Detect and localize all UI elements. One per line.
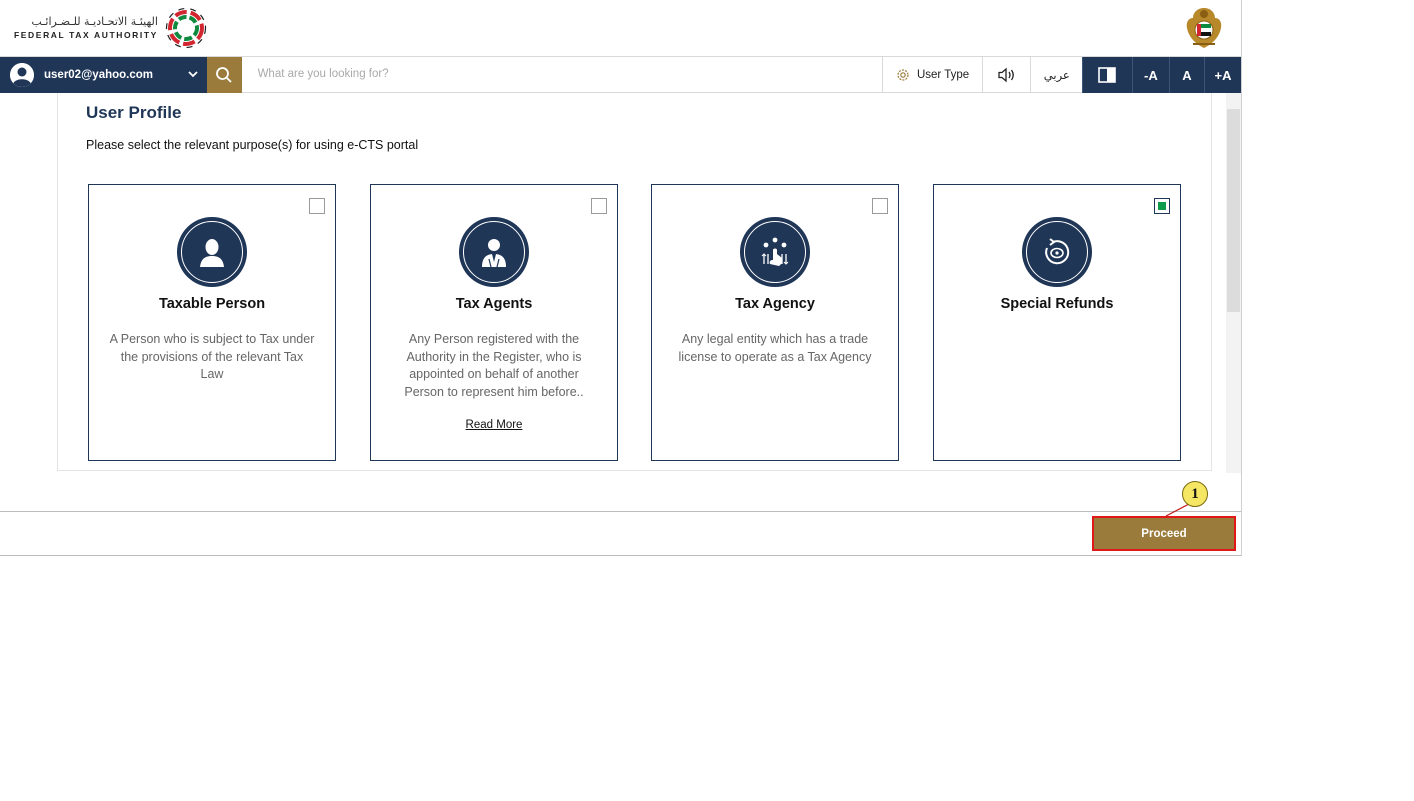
user-email: user02@yahoo.com [44,69,154,81]
tax-agents-checkbox[interactable] [591,198,607,214]
search-button[interactable] [206,57,242,93]
font-increase-button[interactable]: +A [1203,57,1242,93]
user-menu[interactable]: user02@yahoo.com [0,57,207,93]
chevron-down-icon [187,71,198,78]
logo-text-arabic: الهيئـة الاتحـاديـة للـضـرائـب [31,15,158,28]
gear-icon [897,69,909,81]
font-decrease-button[interactable]: -A [1131,57,1169,93]
top-toolbar: user02@yahoo.com User Type [0,56,1242,93]
language-toggle[interactable]: عربي [1030,57,1082,93]
special-refunds-checkbox[interactable] [1154,198,1170,214]
card-special-refunds[interactable]: Special Refunds [933,184,1181,461]
avatar-icon [10,63,34,87]
search-icon [216,67,232,83]
contrast-icon [1098,67,1117,83]
card-title: Special Refunds [1000,296,1114,312]
person-silhouette-icon [177,217,247,287]
fta-emblem-icon [165,7,207,49]
font-normal-button[interactable]: A [1168,57,1204,93]
footer-bar: Proceed [0,511,1241,556]
contrast-button[interactable] [1082,57,1132,93]
uae-emblem-icon [1186,8,1222,48]
search-input[interactable] [241,57,883,91]
card-tax-agents[interactable]: Tax Agents Any Person registered with th… [370,184,618,461]
speaker-icon [997,67,1014,83]
tax-agency-checkbox[interactable] [872,198,888,214]
card-title: Tax Agency [735,296,815,312]
app-window: الهيئـة الاتحـاديـة للـضـرائـب FEDERAL T… [0,0,1242,556]
logo-text-english: FEDERAL TAX AUTHORITY [14,30,158,40]
card-description: Any Person registered with the Authority… [404,332,584,399]
proceed-button[interactable]: Proceed [1092,516,1236,551]
card-description: Any legal entity which has a trade licen… [678,332,872,364]
user-type-button[interactable]: User Type [882,57,981,93]
step-callout-badge: 1 [1182,481,1208,507]
refund-cycle-icon [1022,217,1092,287]
card-tax-agency[interactable]: Tax Agency Any legal entity which has a … [651,184,899,461]
fta-logo[interactable]: الهيئـة الاتحـاديـة للـضـرائـب FEDERAL T… [14,6,208,50]
agent-suit-icon [459,217,529,287]
card-title: Taxable Person [158,296,266,312]
page-title: User Profile [86,103,182,122]
card-taxable-person[interactable]: Taxable Person A Person who is subject t… [88,184,336,461]
site-header: الهيئـة الاتحـاديـة للـضـرائـب FEDERAL T… [0,0,1241,56]
vertical-scrollbar[interactable] [1226,93,1241,473]
agency-network-icon [740,217,810,287]
card-title: Tax Agents [455,296,533,312]
scrollbar-thumb[interactable] [1227,109,1240,312]
user-type-label: User Type [916,69,970,81]
card-description: A Person who is subject to Tax under the… [109,332,315,381]
instruction-text: Please select the relevant purpose(s) fo… [86,138,419,152]
taxable-person-checkbox[interactable] [309,198,325,214]
user-profile-panel: User Profile Please select the relevant … [57,93,1212,471]
read-more-link[interactable]: Read More [371,419,617,431]
text-to-speech-button[interactable] [981,57,1031,93]
